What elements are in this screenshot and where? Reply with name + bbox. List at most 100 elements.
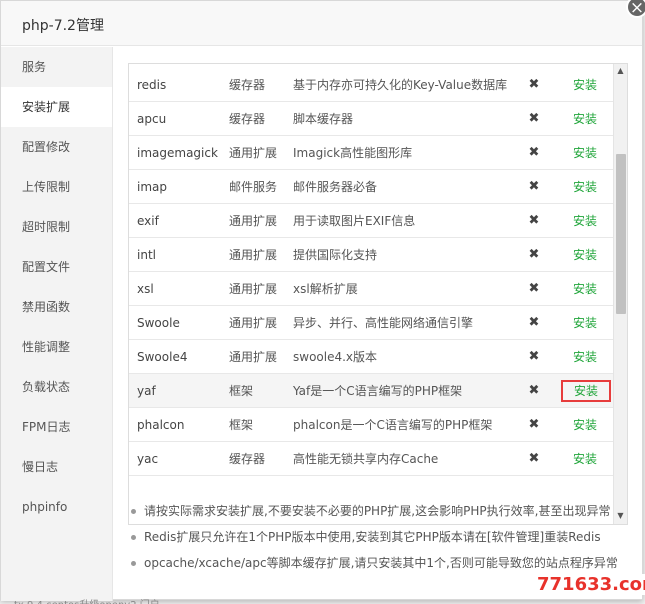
extension-name: apcu: [137, 112, 167, 126]
extension-name: yaf: [137, 384, 156, 398]
table-row: apcu 缓存器 脚本缓存器 ✖ 安装: [129, 102, 613, 136]
extension-type: 缓存器: [229, 452, 266, 466]
extension-type: 通用扩展: [229, 316, 278, 330]
table-row: Swoole4 通用扩展 swoole4.x版本 ✖ 安装: [129, 340, 613, 374]
extension-description: 高性能无锁共享内存Cache: [293, 452, 439, 466]
not-installed-icon: ✖: [528, 111, 540, 126]
extension-description: 提供国际化支持: [293, 248, 378, 262]
table-row: Swoole 通用扩展 异步、并行、高性能网络通信引擎 ✖ 安装: [129, 306, 613, 340]
extension-description: Yaf是一个C语言编写的PHP框架: [293, 384, 463, 398]
table-row: redis 缓存器 基于内存亦可持久化的Key-Value数据库 ✖ 安装: [129, 68, 613, 102]
sidebar-item-timeout-limit[interactable]: 超时限制: [1, 207, 112, 247]
sidebar-item-config-file[interactable]: 配置文件: [1, 247, 112, 287]
extension-name: xsl: [137, 282, 154, 296]
help-note: opcache/xcache/apc等脚本缓存扩展,请只安装其中1个,否则可能导…: [128, 550, 638, 576]
close-icon[interactable]: ×: [626, 0, 645, 18]
table-row: intl 通用扩展 提供国际化支持 ✖ 安装: [129, 238, 613, 272]
not-installed-icon: ✖: [528, 451, 540, 466]
background-page-text: tx 9 4 centos升级openv2 门户: [14, 596, 160, 604]
extension-description: 邮件服务器必备: [293, 180, 378, 194]
not-installed-icon: ✖: [528, 77, 540, 92]
extension-type: 框架: [229, 418, 254, 432]
extension-type: 邮件服务: [229, 180, 278, 194]
table-row: imap 邮件服务 邮件服务器必备 ✖ 安装: [129, 170, 613, 204]
install-button[interactable]: 安装: [559, 204, 611, 238]
extension-name: Swoole4: [137, 350, 188, 364]
extension-description: 异步、并行、高性能网络通信引擎: [293, 316, 474, 330]
sidebar: 服务 安装扩展 配置修改 上传限制 超时限制 配置文件 禁用函数 性能调整 负载…: [1, 47, 113, 601]
not-installed-icon: ✖: [528, 417, 540, 432]
extension-description: 基于内存亦可持久化的Key-Value数据库: [293, 78, 508, 92]
dialog-title: php-7.2管理: [22, 18, 104, 34]
sidebar-item-config-edit[interactable]: 配置修改: [1, 127, 112, 167]
table-scrollbar[interactable]: ▲ ▼: [613, 64, 627, 524]
help-note: Redis扩展只允许在1个PHP版本中使用,安装到其它PHP版本请在[软件管理]…: [128, 524, 638, 550]
table-row: imagemagick 通用扩展 Imagick高性能图形库 ✖ 安装: [129, 136, 613, 170]
extension-name: yac: [137, 452, 159, 466]
extension-type: 通用扩展: [229, 248, 278, 262]
extension-type: 框架: [229, 384, 254, 398]
scroll-up-icon[interactable]: ▲: [614, 66, 627, 76]
extension-description: Imagick高性能图形库: [293, 146, 413, 160]
not-installed-icon: ✖: [528, 315, 540, 330]
extension-type: 通用扩展: [229, 350, 278, 364]
install-button[interactable]: 安装: [559, 442, 611, 476]
install-button[interactable]: 安装: [559, 272, 611, 306]
install-button[interactable]: 安装: [559, 68, 611, 102]
extension-type: 缓存器: [229, 78, 266, 92]
install-button-yaf[interactable]: 安装: [561, 380, 611, 402]
extension-name: redis: [137, 78, 167, 92]
install-button[interactable]: 安装: [559, 170, 611, 204]
table-row: xsl 通用扩展 xsl解析扩展 ✖ 安装: [129, 272, 613, 306]
install-button[interactable]: 安装: [559, 102, 611, 136]
sidebar-item-performance[interactable]: 性能调整: [1, 327, 112, 367]
extension-description: phalcon是一个C语言编写的PHP框架: [293, 418, 493, 432]
table-row: exif 通用扩展 用于读取图片EXIF信息 ✖ 安装: [129, 204, 613, 238]
not-installed-icon: ✖: [528, 145, 540, 160]
not-installed-icon: ✖: [528, 349, 540, 364]
extension-type: 缓存器: [229, 112, 266, 126]
dialog-titlebar: php-7.2管理: [1, 1, 642, 46]
extension-name: Swoole: [137, 316, 180, 330]
extension-name: phalcon: [137, 418, 185, 432]
not-installed-icon: ✖: [528, 383, 540, 398]
sidebar-item-slow-log[interactable]: 慢日志: [1, 447, 112, 487]
sidebar-item-disabled-functions[interactable]: 禁用函数: [1, 287, 112, 327]
install-button[interactable]: 安装: [559, 408, 611, 442]
extension-description: swoole4.x版本: [293, 350, 378, 364]
extension-type: 通用扩展: [229, 282, 278, 296]
sidebar-item-phpinfo[interactable]: phpinfo: [1, 487, 112, 527]
install-button[interactable]: 安装: [559, 238, 611, 272]
table-row: yac 缓存器 高性能无锁共享内存Cache ✖ 安装: [129, 442, 613, 476]
not-installed-icon: ✖: [528, 179, 540, 194]
table-row: phalcon 框架 phalcon是一个C语言编写的PHP框架 ✖ 安装: [129, 408, 613, 442]
extension-description: 用于读取图片EXIF信息: [293, 214, 416, 228]
extensions-panel: redis 缓存器 基于内存亦可持久化的Key-Value数据库 ✖ 安装 ap…: [114, 47, 642, 601]
extension-type: 通用扩展: [229, 146, 278, 160]
extensions-table: redis 缓存器 基于内存亦可持久化的Key-Value数据库 ✖ 安装 ap…: [128, 63, 628, 525]
extension-name: exif: [137, 214, 159, 228]
help-notes: 请按实际需求安装扩展,不要安装不必要的PHP扩展,这会影响PHP执行效率,甚至出…: [128, 498, 638, 576]
install-button[interactable]: 安装: [559, 136, 611, 170]
table-row-highlighted: yaf 框架 Yaf是一个C语言编写的PHP框架 ✖ 安装: [129, 374, 613, 408]
scrollbar-thumb[interactable]: [616, 154, 626, 314]
extension-name: intl: [137, 248, 156, 262]
sidebar-item-upload-limit[interactable]: 上传限制: [1, 167, 112, 207]
watermark: 771633.com: [533, 574, 645, 595]
sidebar-item-fpm-log[interactable]: FPM日志: [1, 407, 112, 447]
not-installed-icon: ✖: [528, 247, 540, 262]
extension-name: imap: [137, 180, 167, 194]
not-installed-icon: ✖: [528, 281, 540, 296]
install-button[interactable]: 安装: [559, 340, 611, 374]
sidebar-item-service[interactable]: 服务: [1, 47, 112, 87]
extension-name: imagemagick: [137, 146, 218, 160]
sidebar-item-install-extensions[interactable]: 安装扩展: [1, 87, 112, 127]
install-button[interactable]: 安装: [559, 306, 611, 340]
extension-description: xsl解析扩展: [293, 282, 358, 296]
not-installed-icon: ✖: [528, 213, 540, 228]
sidebar-item-load-status[interactable]: 负载状态: [1, 367, 112, 407]
php-manager-dialog: php-7.2管理 服务 安装扩展 配置修改 上传限制 超时限制 配置文件 禁用…: [0, 0, 643, 601]
extension-type: 通用扩展: [229, 214, 278, 228]
help-note: 请按实际需求安装扩展,不要安装不必要的PHP扩展,这会影响PHP执行效率,甚至出…: [128, 498, 638, 524]
extension-description: 脚本缓存器: [293, 112, 354, 126]
